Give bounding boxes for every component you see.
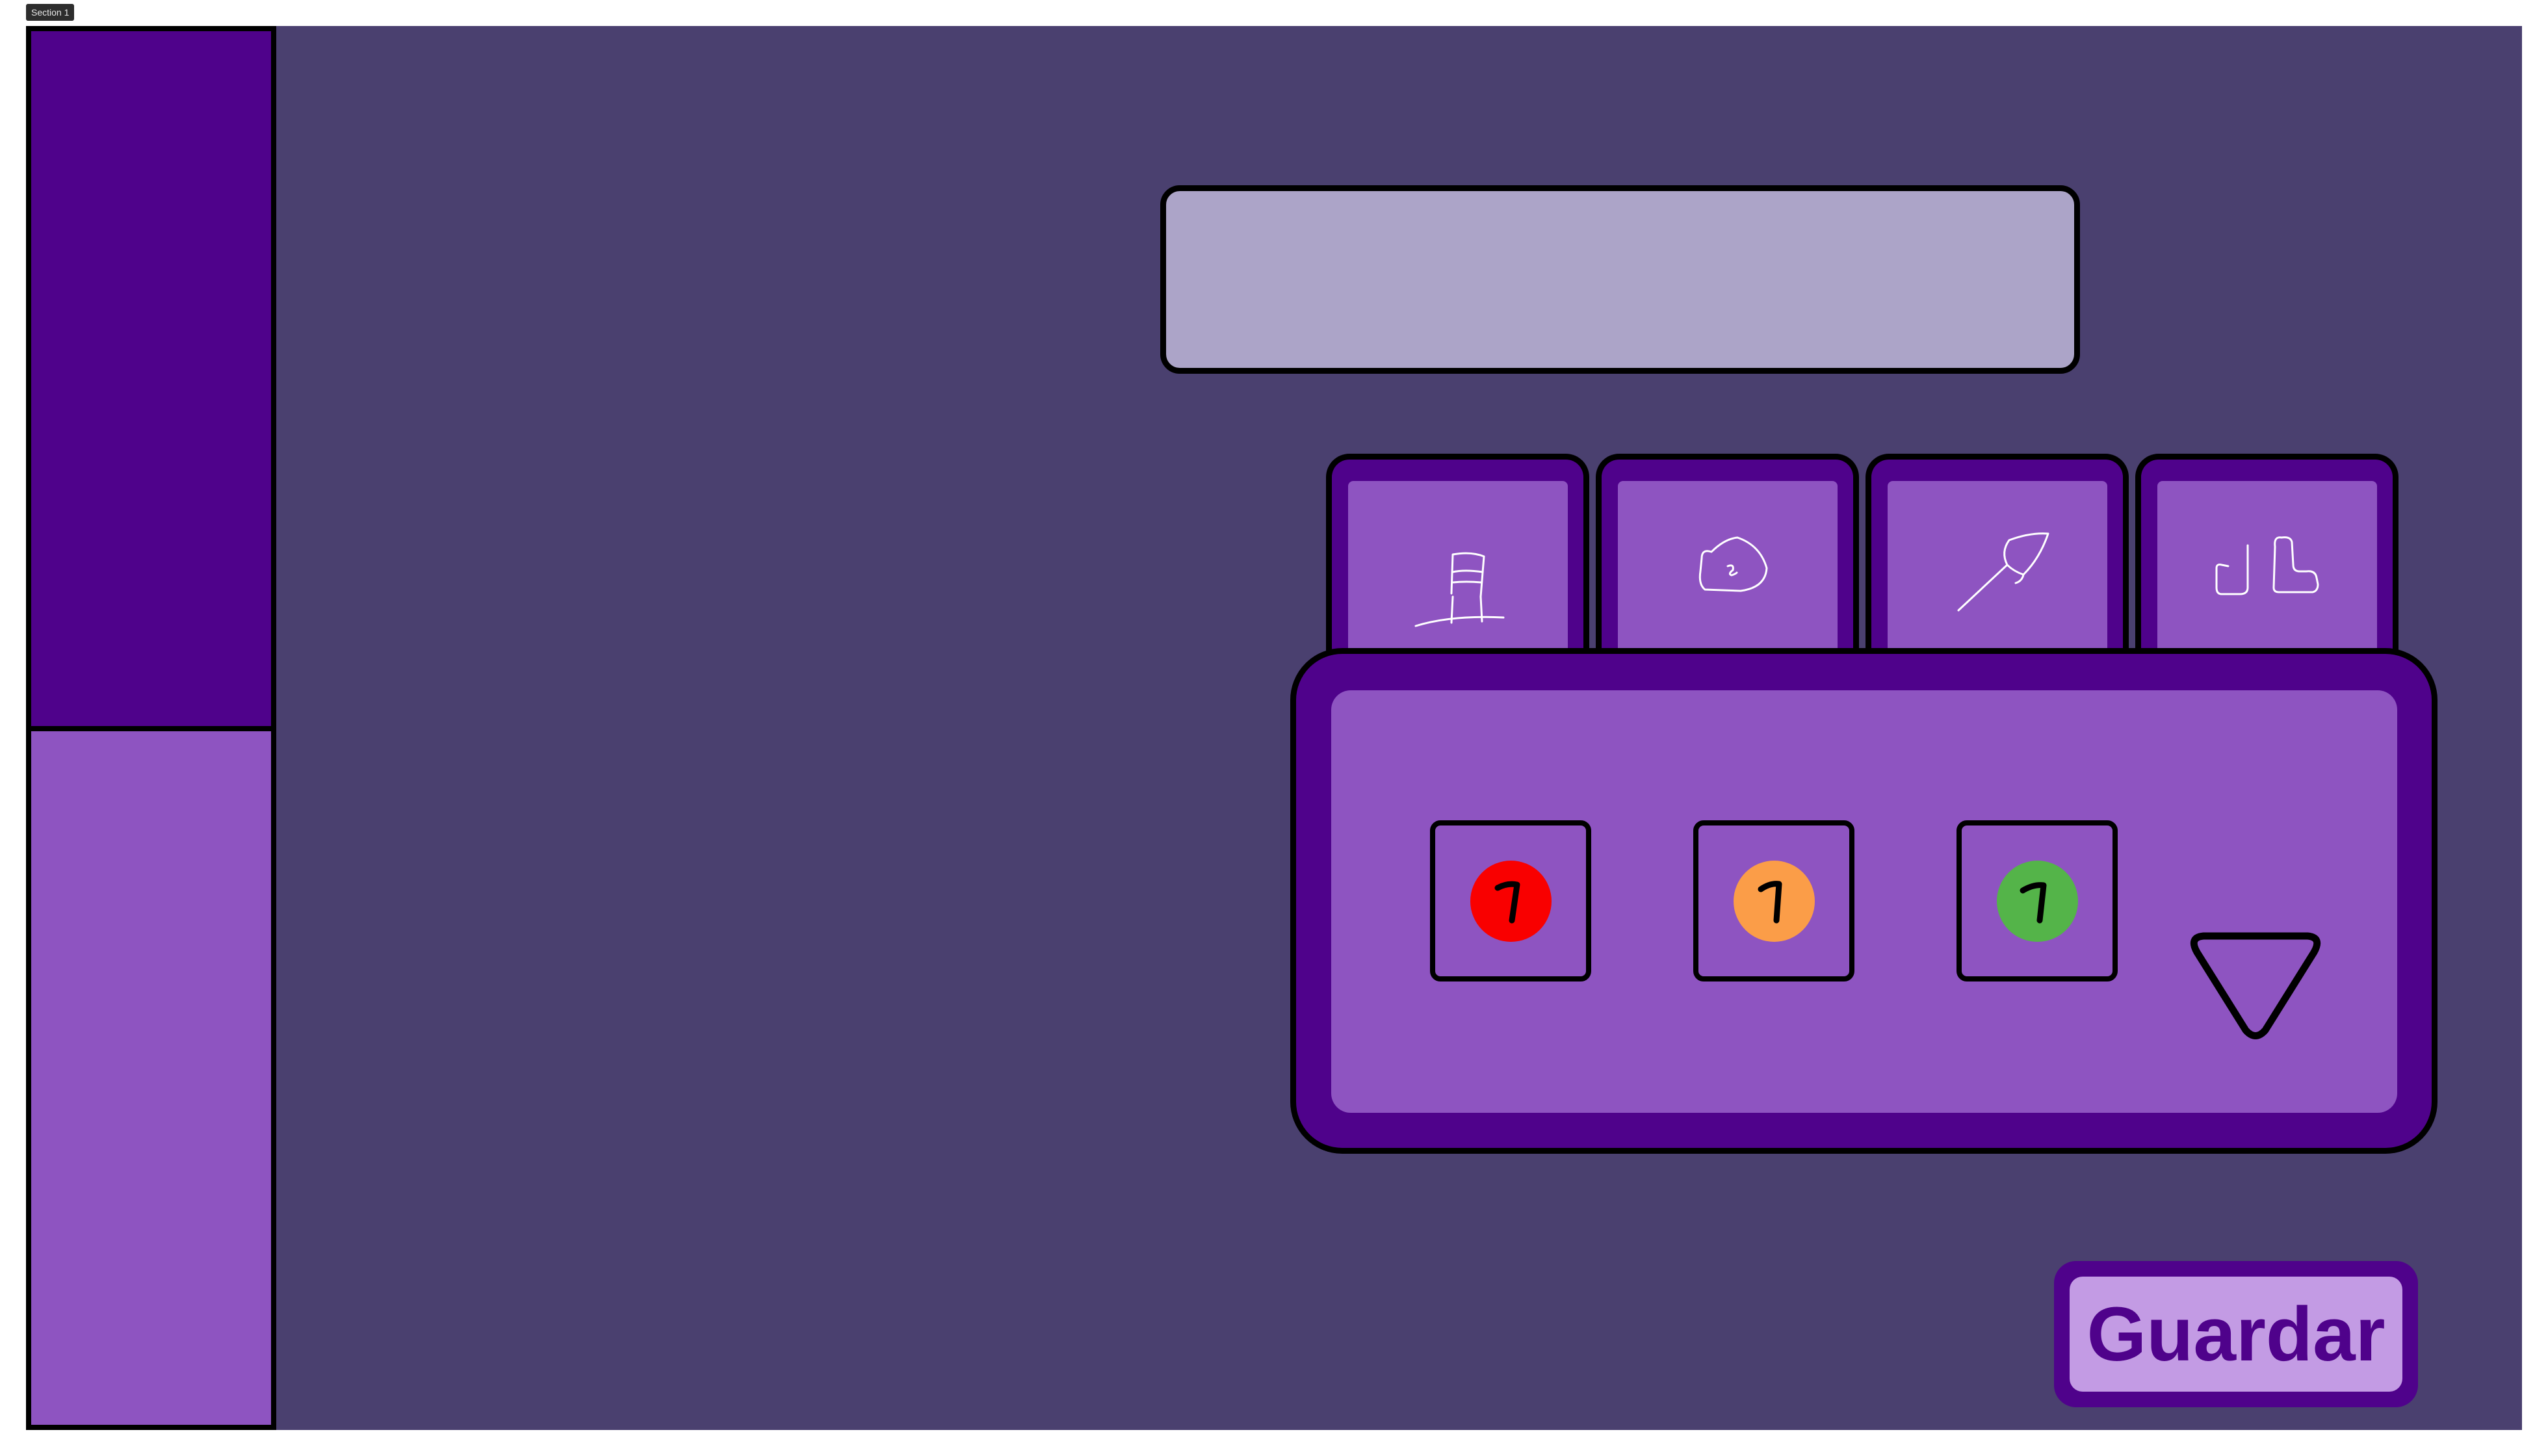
orange-token [1733,860,1815,942]
number-one-icon [1494,881,1520,924]
tab-pouch[interactable] [1596,454,1859,668]
green-token [1996,860,2078,942]
save-button[interactable]: Guardar [2054,1261,2418,1407]
item-slot-green[interactable] [1956,820,2118,982]
item-slot-orange[interactable] [1693,820,1854,982]
sidebar-top-panel [26,26,276,731]
chef-hat-icon [1393,532,1523,665]
chevron-down-icon [2190,932,2321,1039]
tab-shoes[interactable] [2135,454,2398,668]
dropdown-arrow-button[interactable] [2181,923,2330,1046]
item-slot-red[interactable] [1430,820,1591,982]
tab-leaf[interactable] [1866,454,2129,668]
red-token [1470,860,1552,942]
save-button-label: Guardar [2070,1277,2402,1392]
tab-chef-hat[interactable] [1326,454,1589,715]
name-input[interactable] [1160,185,2080,374]
section-label: Section 1 [26,4,75,21]
leaf-icon [1932,506,2062,640]
shoes-icon [2202,506,2332,640]
canvas: Guardar [26,26,2522,1430]
sidebar-bottom-panel [26,726,276,1430]
number-one-icon [2020,882,2047,924]
number-one-icon [1758,881,1782,924]
pouch-icon [1663,506,1793,640]
